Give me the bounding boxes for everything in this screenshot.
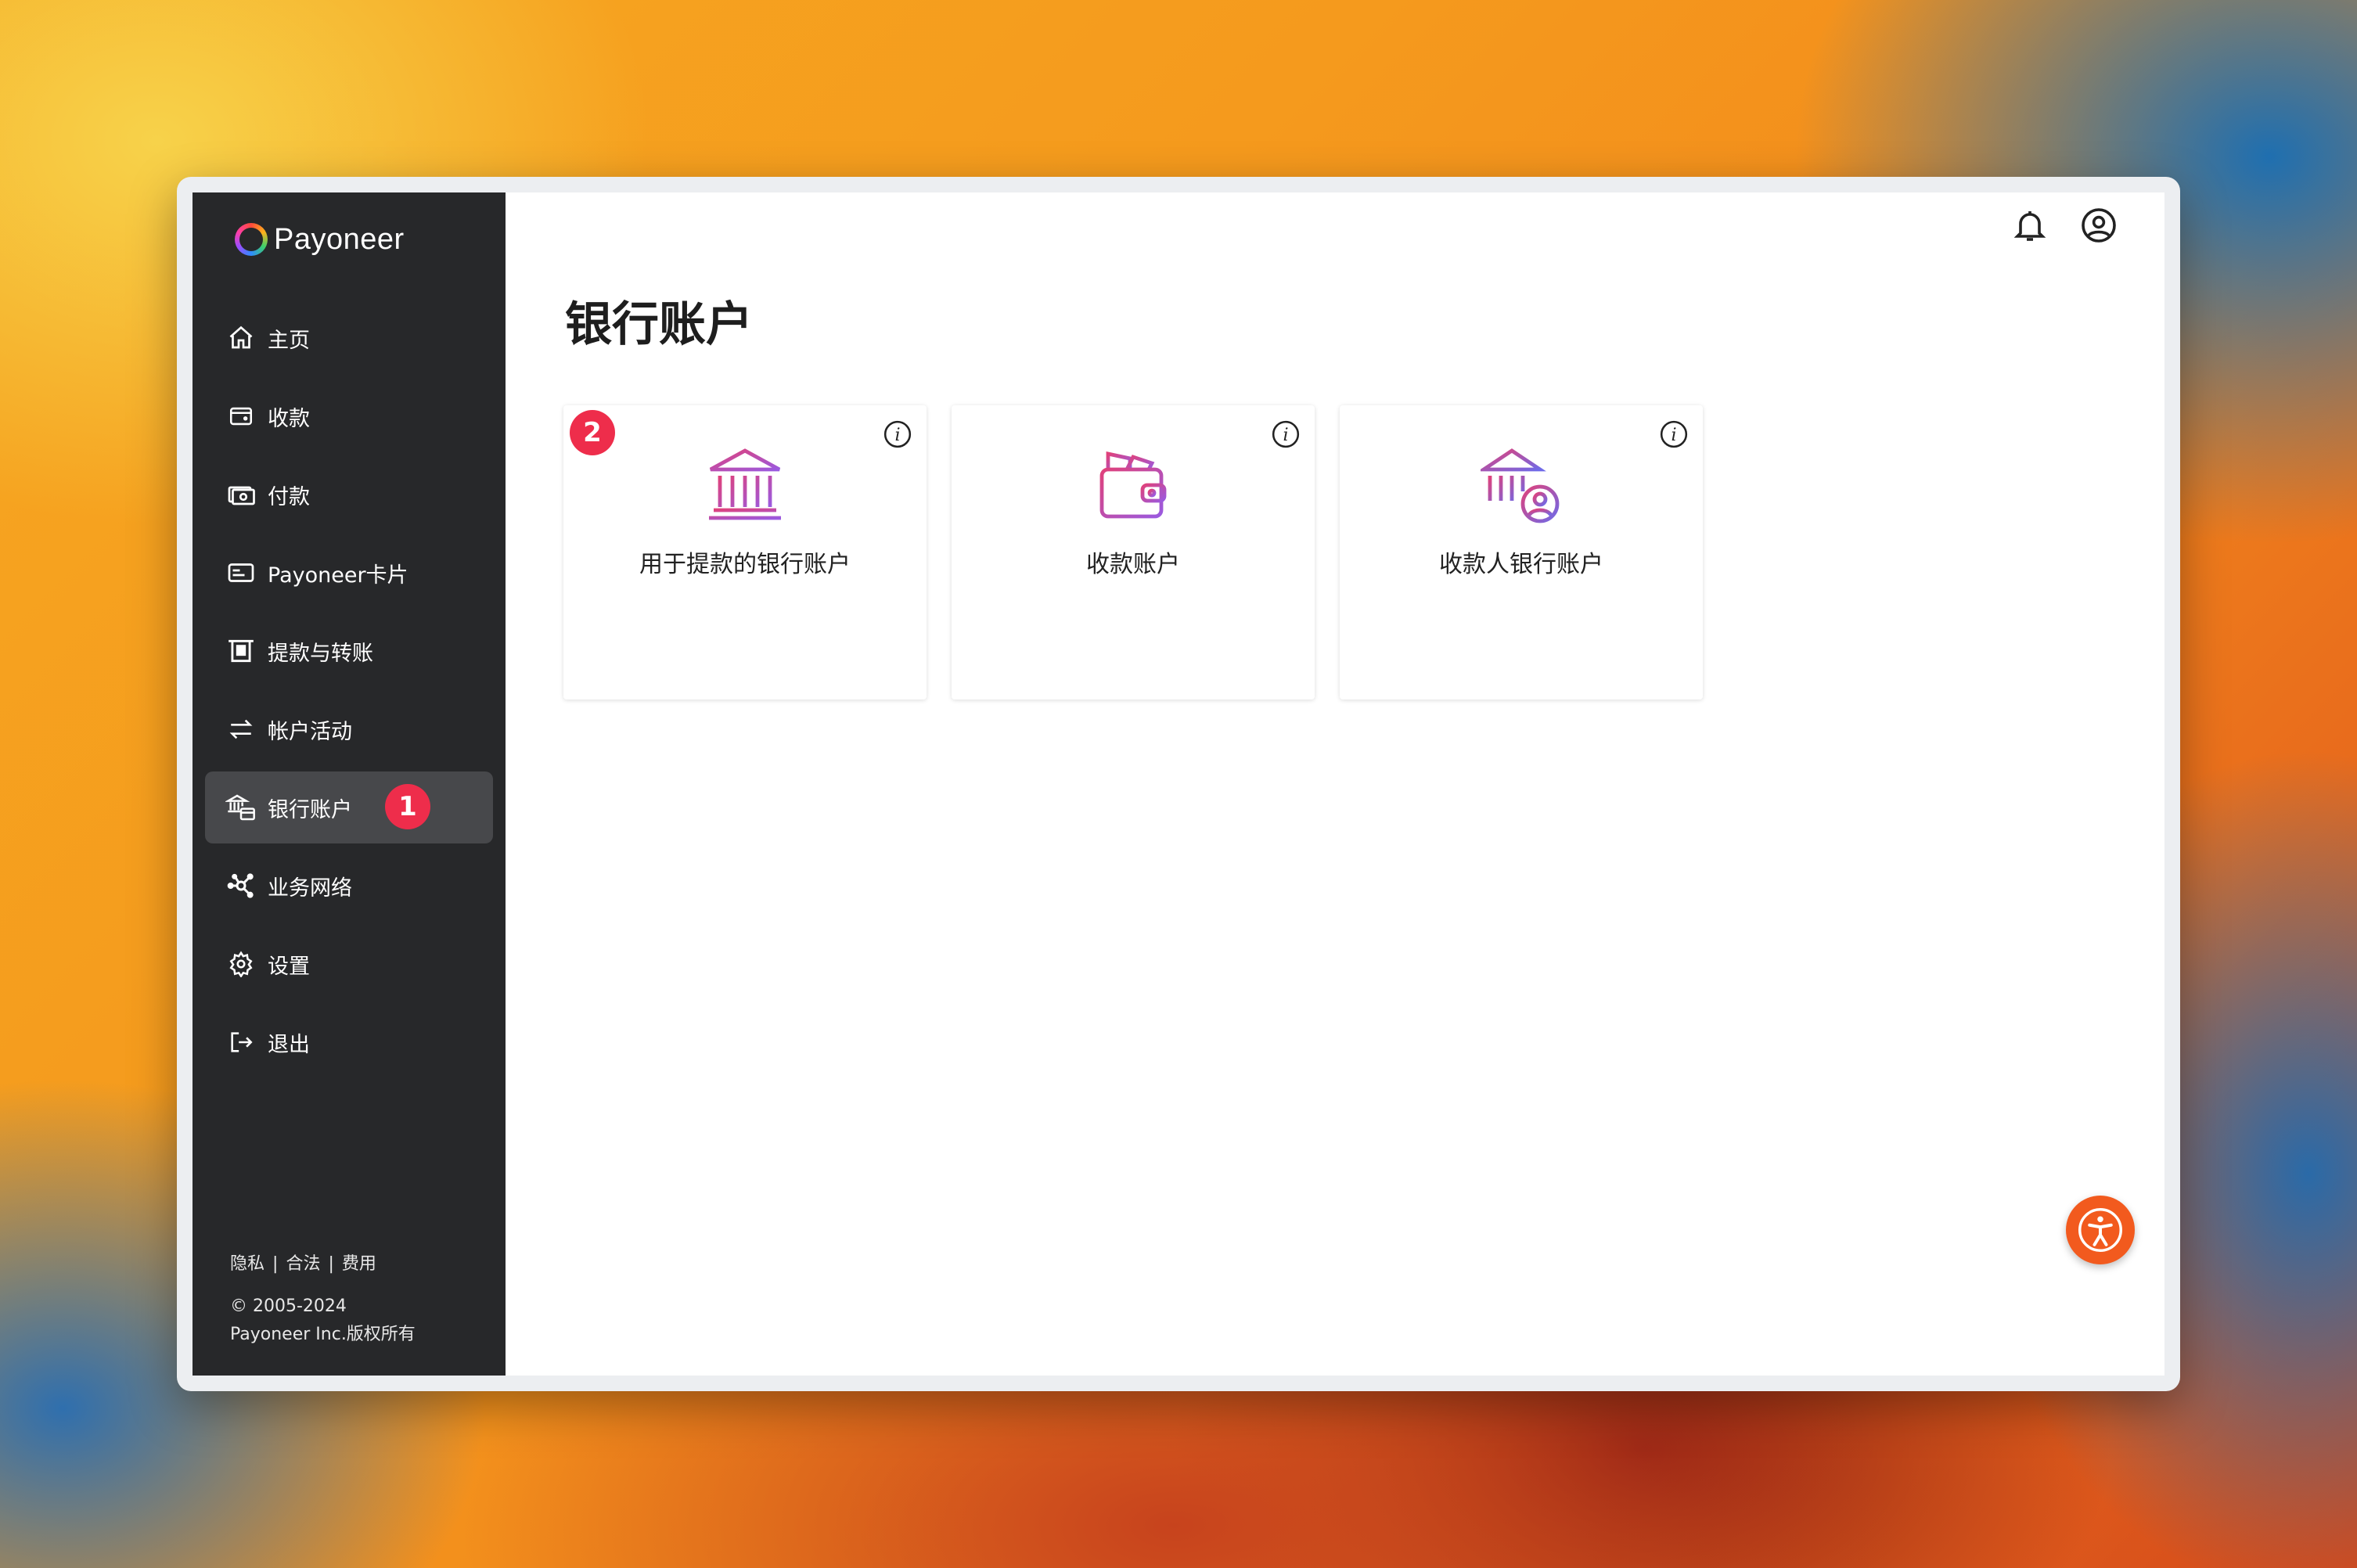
sidebar-item-receive[interactable]: 收款 [205,380,493,452]
accessibility-button[interactable] [2066,1196,2135,1264]
sidebar-item-activity[interactable]: 帐户活动 [205,693,493,765]
sidebar-item-logout[interactable]: 退出 [205,1006,493,1078]
payoneer-logo[interactable]: Payoneer [235,214,405,264]
card-label: 收款人银行账户 [1439,551,1603,578]
bank-card-icon [225,792,257,823]
sidebar-item-label: 提款与转账 [268,641,373,666]
sidebar-footer: 隐私 | 合法 | 费用 © 2005-2024 Payoneer Inc.版权所有 [230,1250,416,1349]
app-window: Payoneer 主页 收款 付款 Payoneer卡片 提款与转账 帐户活动 … [177,177,2180,1391]
card-withdraw-bank-account[interactable]: 2 i 用于提款的银行账户 [563,405,927,699]
home-icon [225,322,257,354]
wallet-receive-icon [1099,451,1167,519]
info-icon[interactable]: i [1659,419,1689,449]
accessibility-icon [2078,1208,2122,1252]
svg-text:i: i [1283,425,1288,445]
card-label: 收款账户 [1086,551,1180,578]
sidebar-item-label: 退出 [268,1032,310,1057]
step-badge-2: 2 [570,410,615,455]
sidebar-item-business-network[interactable]: 业务网络 [205,850,493,922]
footer-separator: | [272,1254,279,1274]
sidebar-item-withdraw[interactable]: 提款与转账 [205,615,493,687]
sidebar-item-label: 主页 [268,328,310,353]
sidebar-item-bank-accounts[interactable]: 银行账户 1 [205,771,493,843]
footer-separator: | [328,1254,334,1274]
sidebar-item-home[interactable]: 主页 [205,302,493,374]
card-receiving-account[interactable]: i 收款账户 [952,405,1315,699]
info-icon[interactable]: i [883,419,912,449]
svg-text:i: i [894,425,900,445]
wallet-icon [225,401,257,432]
logout-icon [225,1027,257,1058]
copyright-line-2: Payoneer Inc.版权所有 [230,1325,416,1344]
copyright-line-1: © 2005-2024 [230,1296,347,1316]
sidebar: Payoneer 主页 收款 付款 Payoneer卡片 提款与转账 帐户活动 … [193,192,506,1376]
sidebar-item-pay[interactable]: 付款 [205,459,493,530]
main-content: 银行账户 2 i 用于提款的银行账户 i 收款账户 i 收款人银行账户 [506,192,2164,1376]
sidebar-nav: 主页 收款 付款 Payoneer卡片 提款与转账 帐户活动 银行账户 1 业务… [205,302,493,1084]
bell-icon[interactable] [2011,207,2049,247]
user-account-icon[interactable] [2080,207,2118,247]
step-badge-1: 1 [385,784,430,829]
logo-text: Payoneer [274,222,405,256]
transfer-arrows-icon [225,714,257,745]
sidebar-item-label: 付款 [268,484,310,509]
fees-link[interactable]: 费用 [342,1254,376,1274]
cash-icon [225,479,257,510]
bank-person-icon [1481,448,1560,523]
svg-text:i: i [1671,425,1676,445]
withdraw-icon [225,635,257,667]
sidebar-item-payoneer-card[interactable]: Payoneer卡片 [205,537,493,609]
network-icon [225,870,257,901]
app-content: Payoneer 主页 收款 付款 Payoneer卡片 提款与转账 帐户活动 … [193,192,2164,1376]
sidebar-item-label: 设置 [268,954,310,979]
sidebar-item-label: 帐户活动 [268,719,352,744]
card-payee-bank-account[interactable]: i 收款人银行账户 [1340,405,1703,699]
footer-links: 隐私 | 合法 | 费用 [230,1250,416,1278]
logo-ring-icon [235,223,268,256]
gear-icon [225,948,257,980]
privacy-link[interactable]: 隐私 [230,1254,264,1274]
info-icon[interactable]: i [1271,419,1301,449]
page-title: 银行账户 [565,297,753,352]
card-icon [225,557,257,588]
top-toolbar [2011,207,2118,247]
bank-icon [709,448,781,520]
sidebar-item-label: 业务网络 [268,876,352,901]
sidebar-item-label: 银行账户 [268,797,352,822]
sidebar-item-settings[interactable]: 设置 [205,928,493,1000]
sidebar-item-label: Payoneer卡片 [268,563,408,588]
legal-link[interactable]: 合法 [286,1254,320,1274]
sidebar-item-label: 收款 [268,406,310,431]
card-label: 用于提款的银行账户 [639,551,851,578]
